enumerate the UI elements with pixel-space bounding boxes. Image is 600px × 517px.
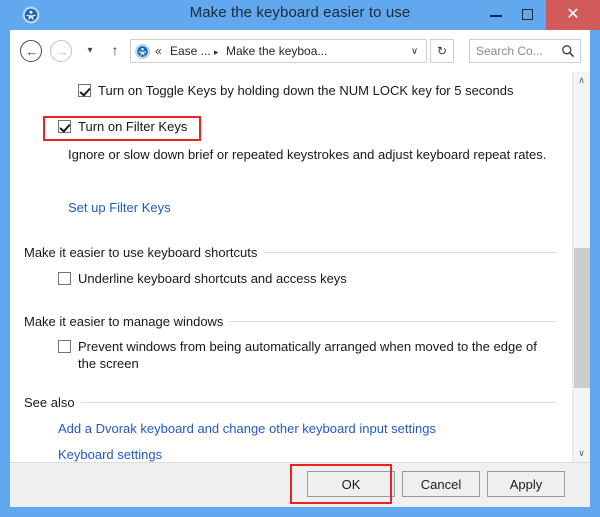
checkbox-filter-keys-box[interactable] — [58, 120, 71, 133]
checkbox-underline-shortcuts-box[interactable] — [58, 272, 71, 285]
filter-keys-description: Ignore or slow down brief or repeated ke… — [68, 146, 548, 164]
link-keyboard-settings[interactable]: Keyboard settings — [58, 446, 162, 462]
forward-button[interactable]: → — [50, 40, 72, 62]
vertical-scrollbar[interactable]: ∧ ∨ — [572, 72, 590, 462]
search-input[interactable]: Search Co... — [469, 39, 581, 63]
minimize-button[interactable] — [481, 0, 511, 30]
search-placeholder: Search Co... — [476, 43, 543, 60]
back-arrow-icon: ← — [21, 41, 43, 63]
apply-button[interactable]: Apply — [487, 471, 565, 497]
dialog-button-bar: OK Cancel Apply — [10, 462, 590, 507]
close-icon: ✕ — [546, 0, 600, 30]
checkbox-toggle-keys-box[interactable] — [78, 84, 91, 97]
scroll-down-arrow-icon[interactable]: ∨ — [573, 445, 590, 462]
content-area: Turn on Toggle Keys by holding down the … — [10, 72, 590, 462]
cancel-button[interactable]: Cancel — [402, 471, 480, 497]
section-rule-see-also — [24, 402, 556, 403]
checkbox-underline-shortcuts[interactable]: Underline keyboard shortcuts and access … — [58, 270, 438, 288]
forward-arrow-icon: → — [51, 41, 73, 63]
link-add-dvorak-keyboard[interactable]: Add a Dvorak keyboard and change other k… — [58, 420, 436, 437]
back-button[interactable]: ← — [20, 40, 42, 62]
checkbox-prevent-window-arrange[interactable]: Prevent windows from being automatically… — [58, 338, 548, 374]
breadcrumb-overflow-chevron[interactable]: « — [155, 43, 162, 60]
maximize-button[interactable] — [513, 0, 543, 30]
up-one-level-button[interactable]: ↑ — [105, 40, 125, 62]
checkbox-toggle-keys-label: Turn on Toggle Keys by holding down the … — [98, 82, 514, 99]
search-icon — [561, 44, 575, 58]
link-set-up-filter-keys[interactable]: Set up Filter Keys — [68, 199, 171, 216]
chevron-down-icon[interactable]: ∨ — [407, 44, 422, 60]
checkbox-toggle-keys[interactable]: Turn on Toggle Keys by holding down the … — [78, 82, 548, 100]
breadcrumb-ease-of-access-icon — [135, 44, 150, 59]
checkbox-prevent-window-arrange-box[interactable] — [58, 340, 71, 353]
scrollbar-thumb[interactable] — [574, 248, 590, 388]
checkbox-prevent-window-arrange-label: Prevent windows from being automatically… — [78, 338, 546, 372]
checkbox-underline-shortcuts-label: Underline keyboard shortcuts and access … — [78, 270, 347, 287]
section-heading-see-also: See also — [24, 394, 81, 411]
minimize-icon — [490, 15, 502, 17]
close-button[interactable]: ✕ — [546, 0, 600, 30]
section-heading-keyboard-shortcuts: Make it easier to use keyboard shortcuts — [24, 244, 263, 261]
breadcrumb-separator-icon[interactable]: ▸ — [214, 44, 219, 60]
maximize-icon — [522, 9, 533, 20]
breadcrumb-item-ease-of-access[interactable]: Ease ... — [170, 43, 211, 60]
address-bar[interactable]: « Ease ... ▸ Make the keyboa... ∨ — [130, 39, 427, 63]
recent-locations-button[interactable]: ▾ — [80, 40, 100, 62]
settings-pane: Turn on Toggle Keys by holding down the … — [10, 72, 572, 462]
control-panel-window: Make the keyboard easier to use ✕ ← → ▾ … — [0, 0, 600, 517]
checkbox-filter-keys-label: Turn on Filter Keys — [78, 118, 187, 135]
refresh-button[interactable]: ↻ — [430, 39, 454, 63]
breadcrumb-item-current[interactable]: Make the keyboa... — [226, 43, 327, 60]
section-heading-manage-windows: Make it easier to manage windows — [24, 313, 229, 330]
title-bar: Make the keyboard easier to use ✕ — [0, 0, 600, 30]
checkbox-filter-keys[interactable]: Turn on Filter Keys — [58, 118, 258, 136]
scroll-up-arrow-icon[interactable]: ∧ — [573, 72, 590, 89]
ok-button[interactable]: OK — [307, 471, 395, 497]
navigation-bar: ← → ▾ ↑ « Ease ... ▸ Make the keyboa... … — [10, 30, 590, 72]
